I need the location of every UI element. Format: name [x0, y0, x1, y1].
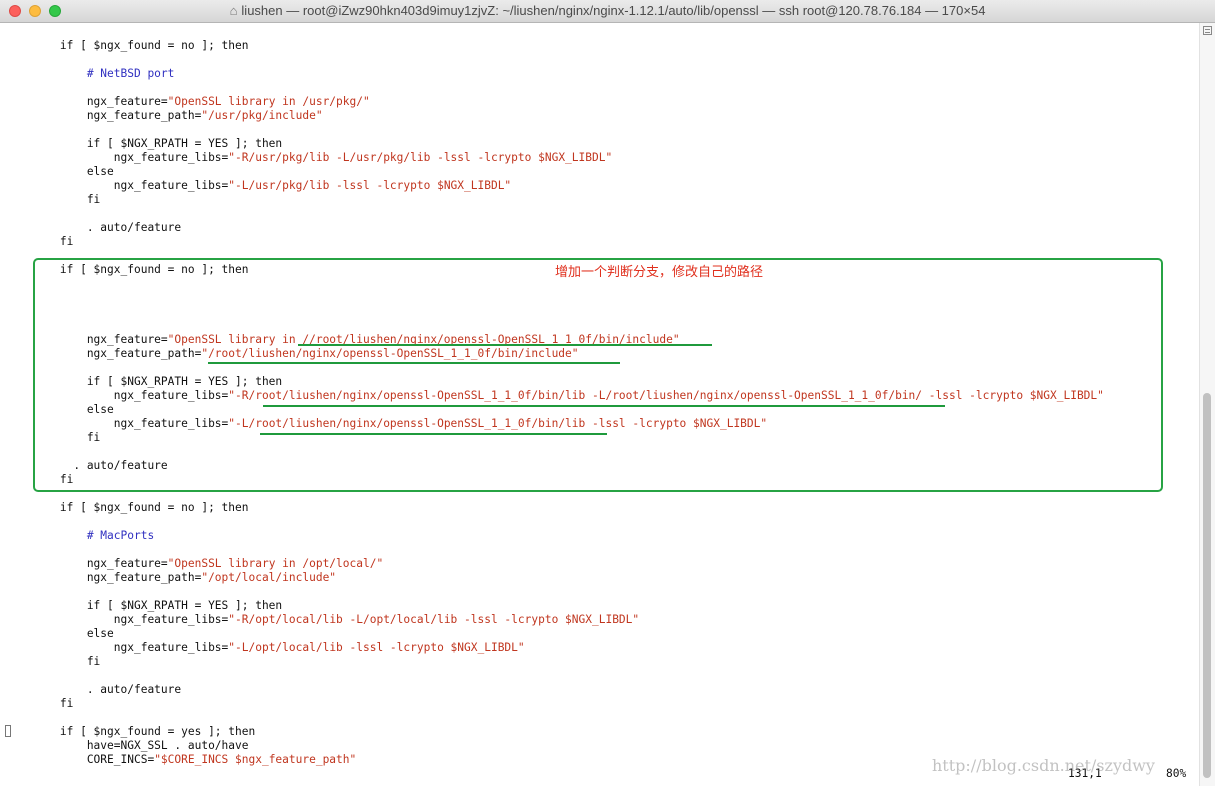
- home-folder-icon: ⌂: [229, 3, 238, 18]
- code-text: ngx_feature=: [6, 95, 168, 108]
- string-literal: "-L/usr/pkg/lib -lssl -lcrypto $NGX_LIBD…: [228, 179, 512, 192]
- terminal-line: if [ $ngx_found = yes ]; then: [6, 725, 255, 739]
- code-text: ngx_feature_libs=: [6, 151, 229, 164]
- terminal-line: ngx_feature="OpenSSL library in /usr/pkg…: [6, 95, 370, 109]
- terminal-line: else: [6, 627, 114, 641]
- scrollbar-thumb[interactable]: [1203, 393, 1211, 778]
- code-text: ngx_feature_path=: [6, 109, 202, 122]
- string-literal: "OpenSSL library in /usr/pkg/": [167, 95, 370, 108]
- terminal-line: if [ $NGX_RPATH = YES ]; then: [6, 137, 282, 151]
- string-literal: "OpenSSL library in /opt/local/": [167, 557, 384, 570]
- title-bar: ⌂ liushen — root@iZwz90hkn403d9imuy1zjvZ:…: [0, 0, 1215, 23]
- watermark: http://blog.csdn.net/szydwy: [932, 756, 1155, 775]
- terminal-line: fi: [6, 697, 73, 711]
- code-text: ngx_feature_libs=: [6, 641, 229, 654]
- window-title: ⌂ liushen — root@iZwz90hkn403d9imuy1zjvZ:…: [0, 3, 1215, 18]
- terminal-line: ngx_feature="OpenSSL library in /opt/loc…: [6, 557, 383, 571]
- window-title-text: liushen — root@iZwz90hkn403d9imuy1zjvZ: …: [241, 3, 986, 18]
- string-literal: "-R/usr/pkg/lib -L/usr/pkg/lib -lssl -lc…: [228, 151, 613, 164]
- terminal-line: else: [6, 165, 114, 179]
- code-text: if [ $NGX_RPATH = YES ]; then: [6, 599, 283, 612]
- comment-text: # NetBSD port: [86, 67, 175, 80]
- terminal-line: . auto/feature: [6, 683, 181, 697]
- code-text: . auto/feature: [6, 683, 182, 696]
- code-text: CORE_INCS=: [6, 753, 155, 766]
- annotation-underline: [298, 344, 712, 346]
- string-literal: "-R/opt/local/lib -L/opt/local/lib -lssl…: [228, 613, 640, 626]
- code-text: fi: [6, 697, 74, 710]
- terminal-line: # NetBSD port: [6, 67, 175, 81]
- code-text: if [ $ngx_found = yes ]; then: [6, 725, 256, 738]
- annotation-underline: [263, 405, 945, 407]
- terminal-line: if [ $ngx_found = no ]; then: [6, 501, 249, 515]
- code-text: if [ $ngx_found = no ]; then: [6, 501, 249, 514]
- terminal-line: ngx_feature_libs="-R/usr/pkg/lib -L/usr/…: [6, 151, 612, 165]
- code-text: ngx_feature=: [6, 557, 168, 570]
- terminal-line: ngx_feature_libs="-L/opt/local/lib -lssl…: [6, 641, 525, 655]
- terminal-line: . auto/feature: [6, 221, 181, 235]
- code-text: have=NGX_SSL . auto/have: [6, 739, 249, 752]
- vertical-scrollbar[interactable]: [1199, 23, 1215, 786]
- comment-text: # MacPorts: [86, 529, 155, 542]
- terminal-line: have=NGX_SSL . auto/have: [6, 739, 249, 753]
- terminal-line: # MacPorts: [6, 529, 154, 543]
- string-literal: "-L/opt/local/lib -lssl -lcrypto $NGX_LI…: [228, 641, 525, 654]
- string-literal: "/usr/pkg/include": [201, 109, 323, 122]
- annotation-note: 增加一个判断分支，修改自己的路径: [555, 265, 764, 280]
- terminal-line: if [ $ngx_found = no ]; then: [6, 39, 249, 53]
- code-text: ngx_feature_libs=: [6, 179, 229, 192]
- string-literal: "$CORE_INCS $ngx_feature_path": [154, 753, 357, 766]
- terminal-line: if [ $NGX_RPATH = YES ]; then: [6, 599, 282, 613]
- code-text: if [ $NGX_RPATH = YES ]; then: [6, 137, 283, 150]
- code-text: fi: [6, 235, 74, 248]
- terminal-line: ngx_feature_libs="-L/usr/pkg/lib -lssl -…: [6, 179, 511, 193]
- annotation-underline: [260, 433, 607, 435]
- terminal-line: ngx_feature_libs="-R/opt/local/lib -L/op…: [6, 613, 639, 627]
- code-text: fi: [6, 655, 101, 668]
- annotation-highlight-box: [33, 258, 1163, 492]
- code-text: ngx_feature_path=: [6, 571, 202, 584]
- code-text: fi: [6, 193, 101, 206]
- terminal-line: fi: [6, 655, 100, 669]
- code-text: else: [6, 165, 114, 178]
- code-text: if [ $ngx_found = no ]; then: [6, 39, 249, 52]
- scroll-menu-icon[interactable]: [1203, 26, 1212, 35]
- code-text: . auto/feature: [6, 221, 182, 234]
- terminal-line: ngx_feature_path="/usr/pkg/include": [6, 109, 323, 123]
- terminal-line: fi: [6, 235, 73, 249]
- terminal-line: ngx_feature_path="/opt/local/include": [6, 571, 336, 585]
- annotation-underline: [208, 362, 620, 364]
- code-text: ngx_feature_libs=: [6, 613, 229, 626]
- terminal-line: CORE_INCS="$CORE_INCS $ngx_feature_path": [6, 753, 356, 767]
- code-text: else: [6, 627, 114, 640]
- terminal-cursor: [5, 725, 11, 737]
- string-literal: "/opt/local/include": [201, 571, 337, 584]
- scroll-percent: 80%: [1166, 767, 1187, 780]
- terminal-line: fi: [6, 193, 100, 207]
